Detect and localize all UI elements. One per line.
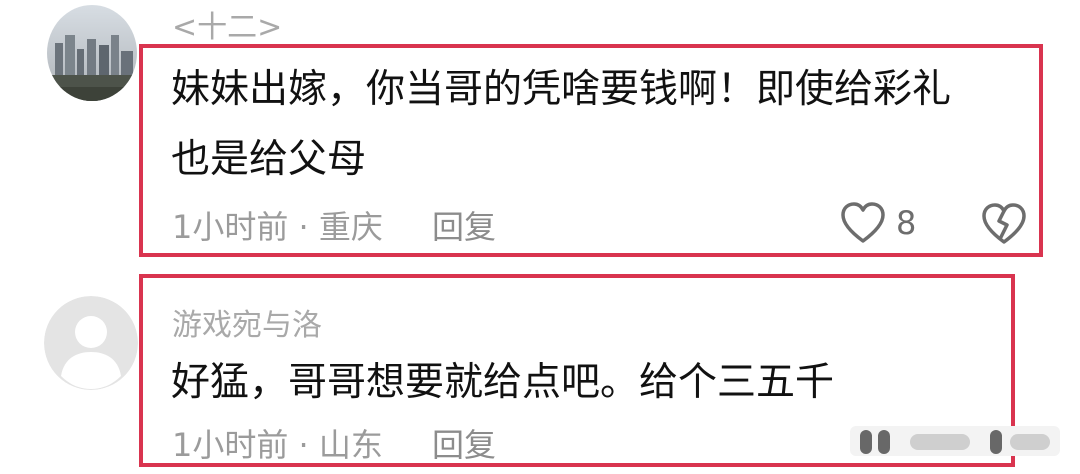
highlight-box: [139, 44, 1043, 257]
comment-username[interactable]: <十二>: [172, 2, 282, 46]
avatar[interactable]: [47, 5, 137, 101]
avatar[interactable]: [44, 296, 138, 390]
watermark: [850, 420, 1060, 462]
